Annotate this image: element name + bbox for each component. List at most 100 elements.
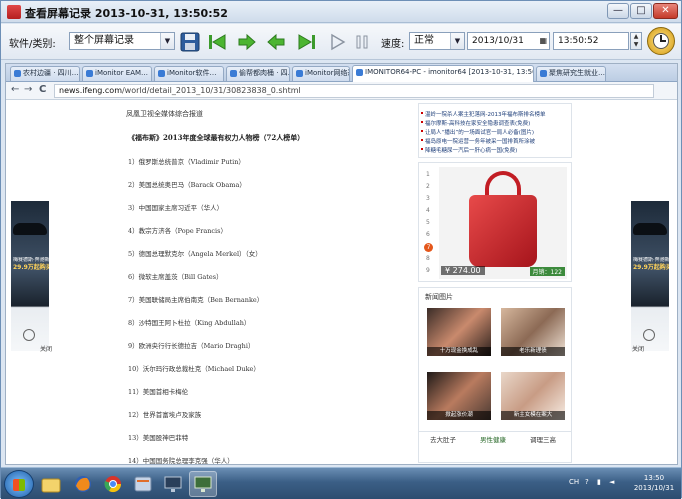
tab-favicon xyxy=(540,70,547,77)
time-spinner[interactable]: ▲ ▼ xyxy=(630,32,642,50)
photo-thumbnail[interactable]: 新主女模在案大 xyxy=(501,372,565,420)
ranking-item: 4）教宗方济各（Pope Francis） xyxy=(128,227,227,235)
tab-health-2[interactable]: 男性健康 xyxy=(480,434,506,444)
category-select[interactable]: 整个屏幕记录 ▼ xyxy=(69,32,175,50)
browser-tab[interactable]: 偷帮都肉桶 · 四… xyxy=(226,66,290,81)
next-frame-button[interactable] xyxy=(236,31,258,53)
rank-number: 7 xyxy=(424,243,433,252)
ad-line-2: 29.9万起购买优惠 xyxy=(13,264,49,271)
start-button[interactable] xyxy=(4,470,34,498)
tab-health-3[interactable]: 调理三高 xyxy=(530,434,556,444)
mercedes-logo-icon xyxy=(643,329,655,341)
tab-favicon xyxy=(158,70,165,77)
right-sidebar: 温岭一院杀人案主犯落网-2013年福布斯排名榜单 福尔摩斯-高科技在家安全隐患调… xyxy=(418,101,572,464)
spin-up-icon[interactable]: ▲ xyxy=(631,33,641,41)
volume-icon[interactable]: ◄ xyxy=(609,478,614,486)
tab-health-1[interactable]: 去大肚子 xyxy=(430,434,456,444)
ranking-item: 6）微软主席盖茨（Bill Gates） xyxy=(128,273,223,281)
ad-text: 梅赛德斯·奔驰新一代29.9万起购买优惠 xyxy=(633,257,669,271)
app-icon xyxy=(134,476,152,492)
related-news: 温岭一院杀人案主犯落网-2013年福布斯排名榜单 福尔摩斯-高科技在家安全隐患调… xyxy=(418,103,572,158)
close-ad-link[interactable]: 关闭 xyxy=(632,344,644,353)
maximize-button[interactable]: □ xyxy=(630,3,652,19)
first-frame-button[interactable] xyxy=(206,31,228,53)
ranking-item: 3）中国国家主席习近平（华人） xyxy=(128,204,224,212)
pause-icon xyxy=(356,35,368,49)
calendar-icon[interactable]: ▦ xyxy=(539,33,547,49)
help-icon[interactable]: ? xyxy=(585,478,589,486)
taskbar-app[interactable] xyxy=(129,471,157,497)
browser-tab[interactable]: iMonitor EAM… xyxy=(82,66,152,81)
news-link[interactable]: 让局人“播出”的一场面试官一局人必备(图片) xyxy=(421,128,534,136)
taskbar-app[interactable] xyxy=(69,471,97,497)
right-ad-banner[interactable]: 梅赛德斯·奔驰新一代29.9万起购买优惠 xyxy=(631,201,669,351)
language-indicator[interactable]: CH xyxy=(569,478,579,486)
rank-number: 6 xyxy=(426,231,430,238)
rank-number: 9 xyxy=(426,267,430,274)
photo-thumbnail[interactable]: 掀起涨价潮 xyxy=(427,372,491,420)
product-ranking: 1 2 3 4 5 6 7 8 9 ¥ 274.00 月销：122 xyxy=(418,162,572,282)
ranking-item: 5）德国总理默克尔（Angela Merkel）（女） xyxy=(128,250,262,258)
date-picker[interactable]: 2013/10/31 ▦ xyxy=(467,32,550,50)
minimize-button[interactable]: — xyxy=(607,3,629,19)
window-title: 查看屏幕记录 2013-10-31, 13:50:52 xyxy=(25,7,228,20)
ranking-item: 11）美国首相卡梅伦 xyxy=(128,388,189,396)
time-field[interactable]: 13:50:52 xyxy=(553,32,629,50)
red-bag-image xyxy=(469,195,537,267)
close-ad-link[interactable]: 关闭 xyxy=(40,344,52,353)
left-ad-banner[interactable]: 梅赛德斯·奔驰新一代29.9万起购买优惠 xyxy=(11,201,49,351)
photo-thumbnail[interactable]: 老乐新理债 xyxy=(501,308,565,356)
url-field[interactable]: news.ifeng.com/world/detail_2013_10/31/3… xyxy=(54,84,654,98)
news-link[interactable]: 温岭一院杀人案主犯落网-2013年福布斯排名榜单 xyxy=(420,110,545,118)
browser-tab[interactable]: iMonitor软件… xyxy=(154,66,224,81)
network-icon[interactable]: ▮ xyxy=(597,478,601,486)
rank-number: 5 xyxy=(426,219,430,226)
photo-thumbnail[interactable]: 十万现金换成乱 xyxy=(427,308,491,356)
ranking-item: 2）美国总统奥巴马（Barack Obama） xyxy=(128,181,246,189)
speed-select[interactable]: 正常 ▼ xyxy=(409,32,465,50)
news-link[interactable]: 福尔摩斯-高科技在家安全隐患调查表(免费) xyxy=(420,119,530,127)
browser-tab[interactable]: 聚焦研究生就业… xyxy=(536,66,606,81)
news-link[interactable]: 降糖毛糖尿一汽后一肝心病一国(免费) xyxy=(420,146,517,154)
save-button[interactable] xyxy=(179,31,201,53)
car-image xyxy=(633,223,667,235)
spin-down-icon[interactable]: ▼ xyxy=(631,41,641,49)
forward-icon[interactable]: → xyxy=(24,84,32,95)
monitor-icon xyxy=(164,476,182,492)
web-page: 梅赛德斯·奔驰新一代29.9万起购买优惠 关闭 梅赛德斯·奔驰新一代29.9万起… xyxy=(6,101,677,464)
reload-icon[interactable]: C xyxy=(39,84,46,95)
title-bar: 查看屏幕记录 2013-10-31, 13:50:52 — □ ✕ xyxy=(1,1,681,23)
clock-hand-minute xyxy=(660,40,666,42)
car-image xyxy=(13,223,47,235)
browser-tab-active[interactable]: IMONITOR64-PC - imonitor64 [2013-10-31, … xyxy=(352,65,534,82)
speed-select-value: 正常 xyxy=(414,35,434,46)
product-price: ¥ 274.00 xyxy=(441,266,485,275)
taskbar-clock[interactable]: 13:50 2013/10/31 xyxy=(629,473,679,493)
tab-label: 偷帮都肉桶 · 四… xyxy=(239,69,290,77)
last-frame-button[interactable] xyxy=(296,31,318,53)
news-link[interactable]: 福岛原电一院运营一务年被采一国排首所涂被 xyxy=(420,137,535,145)
play-button[interactable] xyxy=(326,31,348,53)
rank-number: 8 xyxy=(426,255,430,262)
ranking-item: 14）中国国务院总理李克强（华人） xyxy=(128,457,234,465)
rank-number: 1 xyxy=(426,171,430,178)
pause-button[interactable] xyxy=(351,31,373,53)
tab-favicon xyxy=(356,69,363,76)
windows-logo-icon xyxy=(13,479,25,491)
article-source: 凤凰卫视全媒体综合报道 xyxy=(126,110,203,118)
tab-favicon xyxy=(230,70,237,77)
close-button[interactable]: ✕ xyxy=(653,3,678,19)
taskbar-app[interactable] xyxy=(37,471,65,497)
taskbar-app[interactable] xyxy=(99,471,127,497)
taskbar-app[interactable] xyxy=(159,471,187,497)
previous-frame-button[interactable] xyxy=(265,31,287,53)
taskbar-app-active[interactable] xyxy=(189,471,217,497)
product-image[interactable]: ¥ 274.00 月销：122 xyxy=(439,167,567,279)
tab-label: iMonitor软件… xyxy=(167,69,217,77)
date-value: 2013/10/31 xyxy=(472,36,524,46)
back-icon[interactable]: ← xyxy=(11,84,19,95)
photo-caption: 老乐新理债 xyxy=(501,347,565,356)
go-to-time-button[interactable] xyxy=(647,27,675,55)
browser-tab[interactable]: 农村边疆 · 四川… xyxy=(10,66,80,81)
browser-tab[interactable]: iMonitor网络过… xyxy=(292,66,350,81)
